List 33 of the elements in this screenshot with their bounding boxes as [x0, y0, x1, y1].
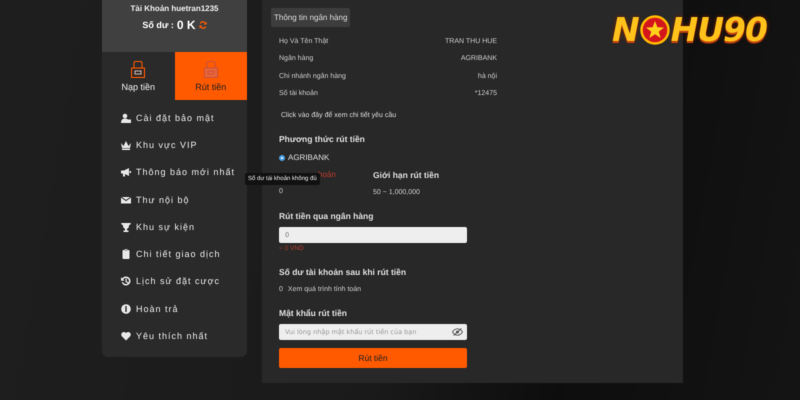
- heart-icon: [121, 331, 131, 342]
- field-label: Rút tiền qua ngân hàng: [279, 211, 374, 222]
- bank-radio[interactable]: AGRIBANK: [279, 153, 467, 162]
- balance-value: 0 K: [176, 18, 196, 32]
- history-icon: [121, 276, 131, 286]
- megaphone-icon: [121, 167, 131, 178]
- menu-item[interactable]: Thư nội bộ: [102, 186, 247, 214]
- limit-label: Giới hạn rút tiền: [373, 170, 440, 180]
- section-heading: Số dư tài khoản sau khi rút tiền: [279, 267, 408, 278]
- menu-item[interactable]: Chi tiết giao dịch: [102, 240, 247, 268]
- logo-text: HU90: [670, 10, 767, 49]
- trophy-icon: [121, 222, 131, 232]
- menu-item[interactable]: Khu vực VIP: [102, 131, 247, 159]
- menu-item[interactable]: Hoàn trả: [102, 295, 247, 322]
- refresh-icon[interactable]: [198, 21, 207, 29]
- username-text: Tài Khoản huetran1235: [130, 4, 219, 13]
- crown-icon: [121, 140, 131, 150]
- menu-item[interactable]: Cài đặt bảo mật: [102, 104, 247, 132]
- bank-info-tab[interactable]: Thông tin ngân hàng: [271, 8, 350, 27]
- logo-text: N: [612, 10, 639, 49]
- eye-slash-icon[interactable]: [452, 328, 463, 336]
- withdraw-button[interactable]: Rút tiền: [279, 348, 467, 368]
- menu-item[interactable]: Thông báo mới nhất: [102, 158, 247, 186]
- star-circle-icon: [640, 14, 670, 44]
- menu-item[interactable]: Lịch sử đặt cược: [102, 268, 247, 296]
- menu-item[interactable]: Khu sự kiện: [102, 213, 247, 240]
- field-label: Mật khẩu rút tiền: [279, 308, 348, 318]
- envelope-icon: [121, 194, 131, 205]
- menu-item[interactable]: Yêu thích nhất: [102, 322, 247, 350]
- section-heading: Phương thức rút tiền: [279, 134, 366, 144]
- balance-label: Số dư :: [142, 20, 174, 30]
- wallet-tab[interactable]: Rút tiền: [174, 52, 247, 100]
- clipboard-icon: [121, 249, 131, 260]
